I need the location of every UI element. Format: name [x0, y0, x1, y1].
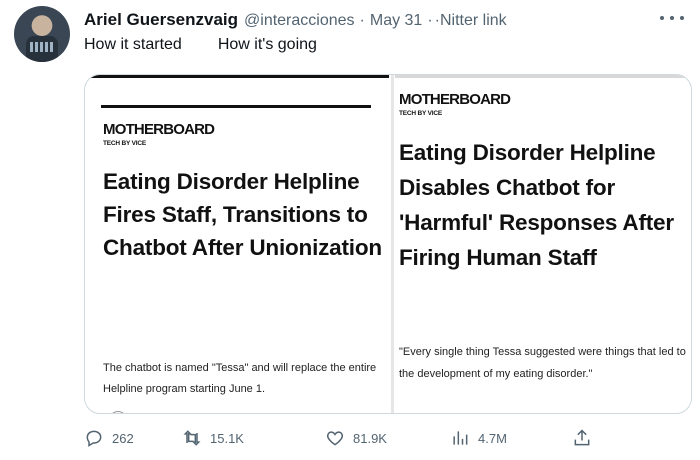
retweet-button[interactable]: 15.1K — [182, 428, 244, 448]
motherboard-logo: MOTHERBOARD — [399, 91, 511, 108]
article-headline: Eating Disorder Helpline Disables Chatbo… — [399, 140, 674, 270]
media-card[interactable]: MOTHERBOARD TECH BY VICE Eating Disorder… — [84, 74, 692, 414]
tech-by-vice-tag: TECH BY VICE — [399, 110, 442, 117]
partial-circle-icon — [109, 411, 127, 413]
separator-2: · — [427, 12, 433, 29]
reply-icon — [86, 430, 102, 447]
author-name[interactable]: Ariel Guersenzvaig — [84, 10, 238, 30]
share-icon — [574, 429, 590, 446]
reply-button[interactable]: 262 — [84, 428, 134, 448]
share-button[interactable] — [572, 428, 592, 448]
retweet-icon — [183, 430, 201, 446]
heart-icon — [326, 431, 344, 446]
nitter-link[interactable]: ·Nitter link — [435, 12, 507, 30]
tweet-header: Ariel Guersenzvaig @interacciones · May … — [84, 10, 507, 30]
tweet-text-started: How it started — [84, 36, 182, 53]
more-icon[interactable] — [660, 12, 684, 24]
image-left-top-border — [85, 75, 389, 78]
views-icon — [453, 431, 468, 445]
tweet-text: How it started How it's going — [84, 36, 317, 54]
article-rule — [101, 105, 371, 108]
views-button[interactable]: 4.7M — [450, 428, 507, 448]
separator: · — [359, 12, 365, 29]
reply-count: 262 — [112, 430, 134, 446]
image-left[interactable]: MOTHERBOARD TECH BY VICE Eating Disorder… — [85, 75, 390, 413]
tweet-text-going: How it's going — [217, 36, 317, 53]
retweet-count: 15.1K — [210, 430, 244, 446]
article-headline: Eating Disorder Helpline Fires Staff, Tr… — [103, 169, 382, 260]
image-divider — [391, 75, 394, 413]
tweet-actions: 262 15.1K 81.9K 4.7M — [84, 428, 604, 452]
motherboard-logo: MOTHERBOARD — [103, 121, 215, 138]
author-handle[interactable]: @interacciones — [244, 12, 355, 30]
like-count: 81.9K — [353, 430, 387, 446]
views-count: 4.7M — [478, 430, 507, 446]
image-right-top-border — [395, 75, 691, 78]
tech-by-vice-tag: TECH BY VICE — [103, 140, 146, 147]
avatar-shirt-print — [30, 42, 54, 52]
avatar[interactable] — [14, 6, 70, 62]
article-quote: "Every single thing Tessa suggested were… — [399, 346, 686, 380]
image-right[interactable]: MOTHERBOARD TECH BY VICE Eating Disorder… — [395, 75, 691, 413]
tweet-date[interactable]: May 31 — [370, 12, 422, 30]
like-button[interactable]: 81.9K — [325, 428, 387, 448]
article-summary: The chatbot is named "Tessa" and will re… — [103, 362, 377, 395]
